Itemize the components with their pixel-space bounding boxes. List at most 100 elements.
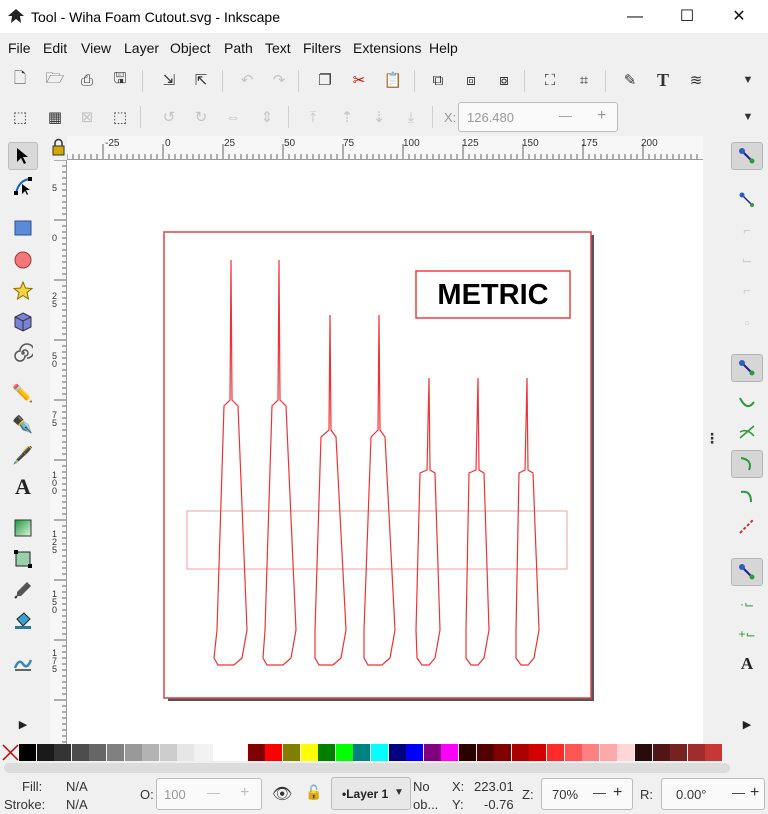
color-swatch[interactable] — [265, 744, 283, 761]
zoom-spinbox[interactable]: 70% — + — [541, 778, 633, 810]
3d-box-tool-icon[interactable] — [8, 308, 38, 336]
color-swatch[interactable] — [459, 744, 476, 761]
flip-vertical-icon[interactable]: ⇕ — [254, 104, 280, 130]
toggle-lock-icon[interactable]: 🔓 — [305, 784, 322, 801]
menu-layer[interactable]: Layer — [124, 40, 159, 56]
minimize-button[interactable]: — — [612, 0, 658, 34]
color-swatch[interactable] — [564, 744, 582, 761]
color-swatch[interactable] — [300, 744, 318, 761]
lower-to-bottom-icon[interactable]: ⤓ — [398, 104, 424, 130]
open-folder-icon[interactable]: 🗁 — [42, 67, 68, 93]
toolbox-overflow-icon[interactable]: ▶ — [8, 710, 38, 738]
paste-icon[interactable]: 📋 — [380, 67, 406, 93]
color-swatch[interactable] — [423, 744, 441, 761]
rotate-spinbox[interactable]: 0.00° — + — [661, 778, 765, 810]
paint-bucket-tool-icon[interactable] — [8, 607, 38, 635]
rotate-increment-button[interactable]: + — [750, 784, 759, 802]
color-swatch[interactable] — [441, 744, 459, 761]
opacity-spinbox[interactable]: 100 — + — [156, 778, 262, 810]
x-coordinate-value[interactable]: 126.480 — [467, 110, 514, 125]
snap-bbox-center-icon[interactable]: ▫ — [731, 308, 763, 336]
color-swatch[interactable] — [582, 744, 600, 761]
raise-icon[interactable]: ⇡ — [334, 104, 360, 130]
color-swatch[interactable] — [54, 744, 72, 761]
color-swatch[interactable] — [124, 744, 142, 761]
dropper-tool-icon[interactable] — [8, 576, 38, 604]
flip-horizontal-icon[interactable]: ⇔ — [220, 104, 246, 130]
snap-text-baseline-icon[interactable]: A — [731, 650, 763, 678]
unlink-clone-icon[interactable]: ⧇ — [491, 67, 517, 93]
snap-midpoints-icon[interactable] — [731, 512, 763, 540]
layers-icon[interactable]: ≋ — [683, 67, 709, 93]
pen-tool-icon[interactable]: ✒️ — [8, 411, 38, 439]
menu-file[interactable]: File — [8, 40, 31, 56]
color-swatch[interactable] — [687, 744, 705, 761]
new-document-icon[interactable]: 🗋 — [7, 67, 33, 93]
x-coordinate-spinbox[interactable]: 126.480 — + — [458, 102, 618, 132]
color-swatch[interactable] — [335, 744, 353, 761]
color-swatch[interactable] — [617, 744, 635, 761]
selector-tool-icon[interactable] — [8, 142, 38, 170]
toolbar-overflow-icon[interactable]: ▼ — [735, 67, 761, 93]
print-icon[interactable]: ⎙ — [74, 67, 100, 93]
deselect-icon[interactable]: ⊠ — [74, 104, 100, 130]
x-increment-button[interactable]: + — [597, 107, 606, 125]
menu-text[interactable]: Text — [265, 40, 291, 56]
color-swatch[interactable] — [599, 744, 617, 761]
duplicate-icon[interactable]: ⧉ — [425, 67, 451, 93]
opacity-value[interactable]: 100 — [164, 787, 186, 802]
color-swatch[interactable] — [511, 744, 529, 761]
snap-path-icon[interactable] — [731, 388, 763, 416]
menu-object[interactable]: Object — [170, 40, 210, 56]
rotate-value[interactable]: 0.00° — [676, 787, 707, 802]
zoom-in-button[interactable]: + — [613, 784, 622, 802]
cut-icon[interactable]: ✂ — [346, 67, 372, 93]
fill-value[interactable]: N/A — [66, 779, 88, 794]
rotate-ccw-icon[interactable]: ↺ — [156, 104, 182, 130]
guide-lock-toggle[interactable] — [50, 136, 67, 160]
stroke-value[interactable]: N/A — [66, 797, 88, 812]
color-swatch[interactable] — [159, 744, 177, 761]
menu-filters[interactable]: Filters — [303, 40, 341, 56]
menu-path[interactable]: Path — [224, 40, 253, 56]
color-swatch[interactable] — [476, 744, 494, 761]
snap-intersection-icon[interactable] — [731, 418, 763, 446]
x-decrement-button[interactable]: — — [559, 108, 572, 123]
color-swatch[interactable] — [89, 744, 107, 761]
snap-bbox-icon[interactable] — [731, 186, 763, 214]
rotate-decrement-button[interactable]: — — [732, 785, 745, 800]
save-icon[interactable]: 🖫 — [107, 67, 133, 93]
close-button[interactable]: ✕ — [716, 0, 762, 34]
ungroup-icon[interactable]: ⌗ — [571, 67, 597, 93]
color-swatch[interactable] — [494, 744, 512, 761]
current-layer-label[interactable]: •Layer 1 — [342, 787, 388, 801]
snap-overflow-icon[interactable]: ▶ — [731, 710, 763, 738]
select-all-layers-icon[interactable]: ▦ — [42, 104, 68, 130]
fill-stroke-icon[interactable]: ✎ — [617, 67, 643, 93]
snap-object-center-icon[interactable]: ·⌙ — [731, 590, 763, 618]
snap-rotation-center-icon[interactable]: +⌙ — [731, 620, 763, 648]
opacity-decrement-button[interactable]: — — [207, 785, 220, 800]
calligraphy-tool-icon[interactable]: 🖋️ — [8, 442, 38, 470]
controls-overflow-icon[interactable]: ▼ — [735, 104, 761, 130]
snap-bbox-midpoint-icon[interactable]: ⌐ — [731, 276, 763, 304]
panel-handle-icon[interactable]: ⋮ — [705, 430, 719, 447]
color-swatch[interactable] — [635, 744, 652, 761]
maximize-button[interactable]: ☐ — [664, 0, 710, 34]
menu-extensions[interactable]: Extensions — [353, 40, 421, 56]
group-icon[interactable]: ⛶ — [537, 67, 563, 93]
color-swatch[interactable] — [652, 744, 670, 761]
undo-icon[interactable]: ↶ — [234, 67, 260, 93]
color-swatch[interactable] — [36, 744, 54, 761]
rectangle-tool-icon[interactable] — [8, 214, 38, 242]
drawing-canvas[interactable]: METRIC — [67, 160, 703, 744]
star-tool-icon[interactable] — [8, 277, 38, 305]
menu-view[interactable]: View — [81, 40, 111, 56]
color-swatch[interactable] — [71, 744, 89, 761]
clone-icon[interactable]: ⧈ — [458, 67, 484, 93]
export-icon[interactable]: ⇱ — [188, 67, 214, 93]
mesh-tool-icon[interactable] — [8, 545, 38, 573]
copy-icon[interactable]: ❐ — [312, 67, 338, 93]
touch-select-icon[interactable]: ⬚ — [107, 104, 133, 130]
color-swatch[interactable] — [195, 744, 212, 761]
